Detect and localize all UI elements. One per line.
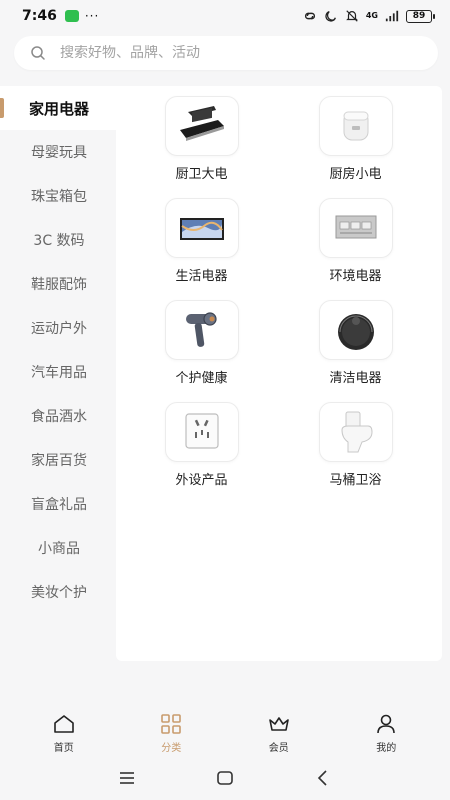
subcategory-label: 马桶卫浴	[329, 473, 382, 488]
subcategory-personal-care[interactable]: 个护健康	[164, 300, 239, 386]
tab-profile[interactable]: 我的	[346, 712, 426, 762]
sidebar-item-shoes-apparel[interactable]: 鞋服配饰	[0, 262, 118, 306]
subcategory-toilet-bath[interactable]: 马桶卫浴	[318, 402, 393, 488]
subcategory-label: 厨卫大电	[175, 167, 228, 182]
tv-icon	[164, 198, 239, 258]
system-navigation-bar	[0, 762, 450, 794]
tab-category[interactable]: 分类	[131, 712, 211, 762]
subcategory-life-appliances[interactable]: 生活电器	[164, 198, 239, 284]
subcategory-label: 生活电器	[175, 269, 228, 284]
network-type: 4G	[365, 11, 378, 20]
sidebar-item-small-goods[interactable]: 小商品	[0, 526, 118, 570]
search-input[interactable]	[60, 45, 438, 61]
moon-icon	[325, 11, 336, 22]
subcategory-environment-appliances[interactable]: 环境电器	[318, 198, 393, 284]
tab-label: 会员	[268, 743, 289, 754]
sidebar-item-food-drinks[interactable]: 食品酒水	[0, 394, 118, 438]
sidebar-item-sports-outdoor[interactable]: 运动户外	[0, 306, 118, 350]
rice-cooker-icon	[318, 96, 393, 156]
air-conditioner-icon	[318, 198, 393, 258]
sidebar-item-label: 母婴玩具	[31, 145, 87, 161]
subcategory-cleaning-appliances[interactable]: 清洁电器	[318, 300, 393, 386]
subcategory-label: 清洁电器	[329, 371, 382, 386]
subcategory-label: 厨房小电	[329, 167, 382, 182]
tab-membership[interactable]: 会员	[239, 712, 319, 762]
tab-home[interactable]: 首页	[24, 712, 104, 762]
robot-vacuum-icon	[318, 300, 393, 360]
signal-icon	[385, 10, 399, 22]
sidebar-item-label: 盲盒礼品	[31, 497, 87, 513]
sidebar-item-blind-box-gifts[interactable]: 盲盒礼品	[0, 482, 118, 526]
sidebar-item-label: 运动户外	[31, 321, 87, 337]
status-time: 7:46	[22, 8, 57, 24]
crown-icon	[268, 717, 289, 731]
subcategory-grid: 厨卫大电 厨房小电 生活电器 环境电器 个护健康 清洁电器 外设产品 马桶卫浴	[164, 96, 404, 488]
hair-dryer-icon	[164, 300, 239, 360]
subcategory-kitchen-bath-large[interactable]: 厨卫大电	[164, 96, 239, 182]
category-sidebar: 家用电器 母婴玩具 珠宝箱包 3C 数码 鞋服配饰 运动户外 汽车用品 食品酒水…	[0, 86, 118, 614]
sidebar-item-label: 3C 数码	[33, 233, 85, 249]
category-grid-icon	[161, 714, 182, 734]
more-notifications-icon: ···	[84, 9, 100, 23]
wechat-notification-icon	[64, 10, 79, 22]
tab-label: 分类	[161, 743, 182, 754]
sidebar-item-label: 鞋服配饰	[31, 277, 87, 293]
subcategory-kitchen-small[interactable]: 厨房小电	[318, 96, 393, 182]
sidebar-item-beauty-care[interactable]: 美妆个护	[0, 570, 118, 614]
sidebar-item-label: 食品酒水	[31, 409, 87, 425]
status-bar: 7:46 ··· 4G 89	[0, 0, 450, 32]
status-right: 4G 89	[303, 9, 435, 23]
sidebar-item-label: 汽车用品	[31, 365, 87, 381]
sidebar-item-label: 珠宝箱包	[31, 189, 87, 205]
sidebar-item-home-goods[interactable]: 家居百货	[0, 438, 118, 482]
menu-icon[interactable]	[117, 768, 137, 788]
link-icon	[304, 12, 315, 20]
tab-label: 我的	[376, 743, 397, 754]
sidebar-item-label: 美妆个护	[31, 585, 87, 601]
subcategory-label: 环境电器	[329, 269, 382, 284]
subcategory-peripherals[interactable]: 外设产品	[164, 402, 239, 488]
user-icon	[377, 714, 396, 734]
search-icon	[31, 46, 45, 60]
search-bar[interactable]	[14, 36, 438, 70]
sidebar-item-label: 家用电器	[28, 99, 89, 118]
bottom-tab-bar: 首页 分类 会员 我的	[0, 712, 450, 762]
sidebar-item-car-supplies[interactable]: 汽车用品	[0, 350, 118, 394]
battery-icon: 89	[406, 9, 435, 23]
subcategory-label: 个护健康	[175, 371, 228, 386]
mute-bell-icon	[346, 10, 358, 22]
home-icon	[53, 715, 74, 733]
sidebar-item-home-appliances[interactable]: 家用电器	[0, 86, 118, 130]
back-icon[interactable]	[313, 768, 333, 788]
sidebar-item-3c-digital[interactable]: 3C 数码	[0, 218, 118, 262]
sidebar-item-jewelry-bags[interactable]: 珠宝箱包	[0, 174, 118, 218]
home-square-icon[interactable]	[215, 768, 235, 788]
sidebar-item-label: 家居百货	[31, 453, 87, 469]
subcategory-panel: 厨卫大电 厨房小电 生活电器 环境电器 个护健康 清洁电器 外设产品 马桶卫浴	[116, 86, 442, 661]
sidebar-item-baby-toys[interactable]: 母婴玩具	[0, 130, 118, 174]
toilet-icon	[318, 402, 393, 462]
sidebar-item-label: 小商品	[38, 541, 80, 557]
subcategory-label: 外设产品	[175, 473, 228, 488]
wall-socket-icon	[164, 402, 239, 462]
tab-label: 首页	[53, 743, 74, 754]
range-hood-icon	[164, 96, 239, 156]
app-screen: 7:46 ··· 4G 89 家用电器 母婴玩具 珠宝箱包 3C 数码 鞋服配饰…	[0, 0, 450, 800]
